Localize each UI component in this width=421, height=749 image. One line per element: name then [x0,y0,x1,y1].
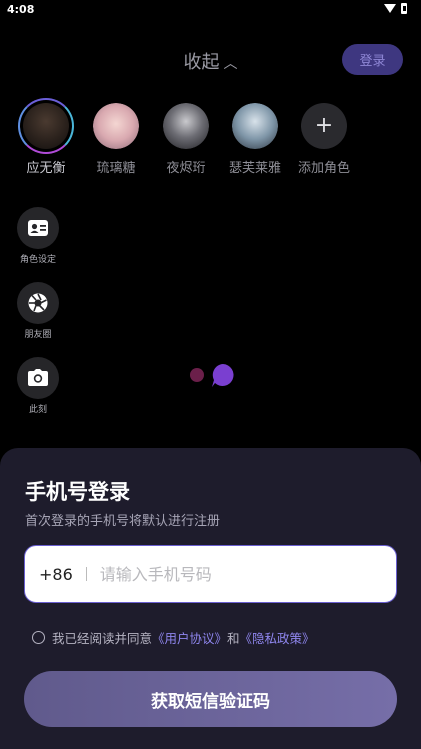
status-time: 4:08 [7,3,35,16]
phone-field[interactable]: +86 [24,545,397,603]
wifi-icon [384,4,396,13]
divider [85,567,87,581]
get-sms-code-button[interactable]: 获取短信验证码 [24,671,397,727]
character-item-yingwuheng[interactable]: 应无衡 [16,98,76,176]
agreement-checkbox[interactable] [32,631,45,644]
phone-input[interactable] [99,564,370,584]
login-button[interactable]: 登录 [342,44,403,75]
side-label: 角色设定 [19,255,56,265]
agreement-row: 我已经阅读并同意 《用户协议》 和 《隐私政策》 [32,628,315,647]
country-code[interactable]: +86 [39,565,73,584]
character-name: 夜烬珩 [166,161,206,176]
collapse-label: 收起 [183,52,220,73]
status-icons [384,3,407,14]
status-bar: 4:08 [0,0,421,22]
character-list: 应无衡 琉璃糖 夜烬珩 瑟芙莱雅 + 添加角色 [0,98,421,183]
login-sheet: 手机号登录 首次登录的手机号将默认进行注册 +86 我已经阅读并同意 《用户协议… [0,448,421,749]
character-name: 应无衡 [26,161,66,176]
avatar [93,103,139,149]
sheet-title: 手机号登录 [25,480,130,504]
id-card-icon [17,207,59,249]
loading-indicator [188,363,236,393]
avatar [232,103,278,149]
character-name: 瑟芙莱雅 [228,161,281,176]
sheet-subtitle: 首次登录的手机号将默认进行注册 [25,514,221,529]
side-item-character-settings[interactable]: 角色设定 [14,207,62,265]
side-label: 此刻 [28,405,47,415]
character-name: 琉璃糖 [96,161,136,176]
battery-icon [401,3,407,14]
character-item-yejinheng[interactable]: 夜烬珩 [156,103,216,176]
privacy-policy-link[interactable]: 《隐私政策》 [240,628,315,647]
side-label: 朋友圈 [24,330,52,340]
character-item-liulitang[interactable]: 琉璃糖 [86,103,146,176]
add-character-button[interactable]: + 添加角色 [294,103,354,176]
side-item-moments[interactable]: 朋友圈 [14,282,62,340]
user-agreement-link[interactable]: 《用户协议》 [152,628,227,647]
agreement-prefix: 我已经阅读并同意 [52,631,153,646]
plus-icon: + [301,103,347,149]
aperture-icon [17,282,59,324]
side-item-now[interactable]: 此刻 [14,357,62,415]
add-character-label: 添加角色 [297,161,350,176]
chevron-up-icon: ︿ [223,56,238,72]
avatar [18,98,74,154]
character-item-sefulaiya[interactable]: 瑟芙莱雅 [225,103,285,176]
avatar [163,103,209,149]
camera-icon [17,357,59,399]
agreement-and: 和 [227,631,240,646]
